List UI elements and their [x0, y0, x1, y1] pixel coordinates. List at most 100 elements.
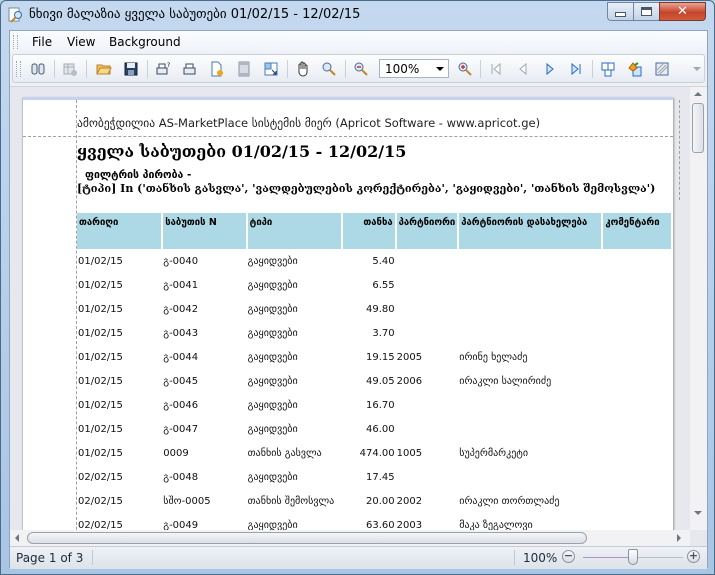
- zoom-in-button[interactable]: [456, 60, 474, 78]
- scroll-up-icon[interactable]: [694, 92, 702, 96]
- find-button[interactable]: [29, 60, 47, 78]
- window-title: ნხივი მალაზია ყველა საბუთები 01/02/15 - …: [29, 7, 361, 22]
- cell-type: გაყიდვები: [247, 279, 298, 291]
- next-page-button[interactable]: [541, 60, 559, 78]
- menu-file[interactable]: File: [32, 35, 52, 49]
- next-page-icon: [546, 62, 554, 76]
- column-header-partner: პარტნიორი: [395, 213, 460, 249]
- cell-partner-name: [458, 321, 602, 345]
- previous-page-button[interactable]: [514, 60, 532, 78]
- print-dialog-icon: ?: [156, 62, 170, 75]
- cell-type: თანხის გასვლა: [247, 447, 322, 459]
- scroll-down-icon[interactable]: [694, 511, 702, 515]
- cell-type: გაყიდვები: [247, 351, 298, 363]
- generated-by-text: ამობეჭდილია AS-MarketPlace სისტემის მიერ…: [77, 116, 541, 130]
- parameters-button[interactable]: [61, 60, 79, 78]
- scale-button[interactable]: [262, 60, 280, 78]
- cell-doc-no: გ-0045: [163, 375, 199, 387]
- find-icon: [31, 63, 45, 75]
- cell-type: გაყიდვები: [247, 375, 298, 387]
- cell-partner: [396, 297, 459, 321]
- quick-print-button[interactable]: [181, 60, 199, 78]
- cell-doc-no: 0009: [163, 447, 189, 459]
- cell-comment: [602, 321, 672, 345]
- cell-partner: [396, 249, 459, 273]
- client-area: File View Background ? 100% ამობეჭდილია …: [9, 30, 708, 569]
- cell-date: 02/02/15: [78, 495, 123, 507]
- hand-tool-icon: [298, 61, 308, 77]
- zoom-in-status-button[interactable]: +: [687, 550, 700, 563]
- cell-date: 01/02/15: [78, 447, 123, 459]
- report-title: ყველა საბუთები 01/02/15 - 12/02/15: [77, 142, 407, 161]
- cell-partner-name: [458, 297, 602, 321]
- zoom-slider-thumb[interactable]: [628, 549, 638, 565]
- column-header-comment: კომენტარი: [602, 213, 673, 249]
- menu-background[interactable]: Background: [109, 35, 181, 49]
- cell-amount: 49.80: [365, 303, 395, 315]
- scroll-left-icon[interactable]: [15, 534, 19, 542]
- parameters-icon: [63, 63, 77, 76]
- cell-partner-name: ირაკლი თორთლაძე: [459, 495, 560, 507]
- zoom-combo[interactable]: 100%: [379, 59, 449, 78]
- header-footer-button[interactable]: [235, 60, 253, 78]
- cell-doc-no: გ-0043: [163, 327, 199, 339]
- document-viewport[interactable]: ამობეჭდილია AS-MarketPlace სისტემის მიერ…: [10, 86, 707, 547]
- cell-comment: [602, 369, 672, 393]
- title-bar[interactable]: ნხივი მალაზია ყველა საბუთები 01/02/15 - …: [1, 1, 714, 29]
- zoom-out-status-button[interactable]: −: [562, 550, 575, 563]
- cell-comment: [602, 273, 672, 297]
- print-dialog-button[interactable]: ?: [154, 60, 172, 78]
- horizontal-scroll-thumb[interactable]: [27, 532, 587, 544]
- cell-comment: [602, 441, 672, 465]
- zoom-percent: 100%: [523, 551, 558, 565]
- table-row: 02/02/15 სშო-0005 თანხის შემოსვლა 20.00 2002…: [77, 489, 672, 513]
- horizontal-scrollbar[interactable]: [10, 530, 690, 547]
- cell-type: გაყიდვები: [247, 303, 298, 315]
- minimize-button[interactable]: [607, 2, 634, 21]
- cell-partner: [396, 393, 459, 417]
- save-button[interactable]: [122, 60, 140, 78]
- menu-view[interactable]: View: [67, 35, 95, 49]
- last-page-icon: [571, 62, 581, 76]
- zoom-out-button[interactable]: [352, 60, 370, 78]
- documents-table: თარიღი საბუთის N ტიპი თანხა პარტნიორი პა…: [77, 213, 673, 537]
- table-row: 01/02/15 გ-0043 გაყიდვები 3.70: [77, 321, 672, 345]
- menu-grip[interactable]: [13, 35, 18, 49]
- maximize-button[interactable]: [633, 2, 660, 21]
- cell-partner: [396, 321, 459, 345]
- toolbar-grip[interactable]: [16, 61, 21, 77]
- cell-amount: 17.45: [365, 471, 395, 483]
- maximize-icon: [641, 7, 652, 16]
- cell-type: თანხის შემოსვლა: [247, 495, 335, 507]
- svg-text:?: ?: [167, 62, 170, 69]
- multiple-pages-button[interactable]: [599, 60, 617, 78]
- chevron-down-icon[interactable]: [436, 67, 444, 71]
- status-separator: [92, 550, 93, 565]
- background-color-button[interactable]: [626, 60, 644, 78]
- watermark-button[interactable]: [653, 60, 671, 78]
- cell-doc-no: გ-0040: [163, 255, 199, 267]
- scroll-right-icon[interactable]: [677, 534, 681, 542]
- vertical-scrollbar[interactable]: [690, 87, 707, 530]
- cell-date: 01/02/15: [78, 423, 123, 435]
- table-row: 01/02/15 გ-0046 გაყიდვები 16.70: [77, 393, 672, 417]
- scale-icon: [264, 62, 278, 76]
- cell-comment: [602, 249, 672, 273]
- last-page-button[interactable]: [567, 60, 585, 78]
- first-page-button[interactable]: [487, 60, 505, 78]
- open-button[interactable]: [95, 60, 113, 78]
- vertical-scroll-thumb[interactable]: [692, 103, 704, 153]
- close-button[interactable]: ✕: [659, 2, 706, 21]
- table-row: 01/02/15 გ-0040 გაყიდვები 5.40: [77, 249, 672, 273]
- cell-partner-name: [458, 393, 602, 417]
- cell-amount: 19.15: [365, 351, 395, 363]
- column-header-type: ტიპი: [246, 213, 344, 249]
- magnifier-button[interactable]: [320, 60, 338, 78]
- cell-amount: 5.40: [372, 255, 395, 267]
- hand-tool-button[interactable]: [294, 60, 312, 78]
- page-setup-button[interactable]: [208, 60, 226, 78]
- cell-partner-name: სუპერმარკეტი: [459, 447, 529, 459]
- cell-partner-name: [458, 249, 602, 273]
- toolbar-overflow-icon[interactable]: [693, 67, 701, 71]
- cell-amount: 3.70: [372, 327, 395, 339]
